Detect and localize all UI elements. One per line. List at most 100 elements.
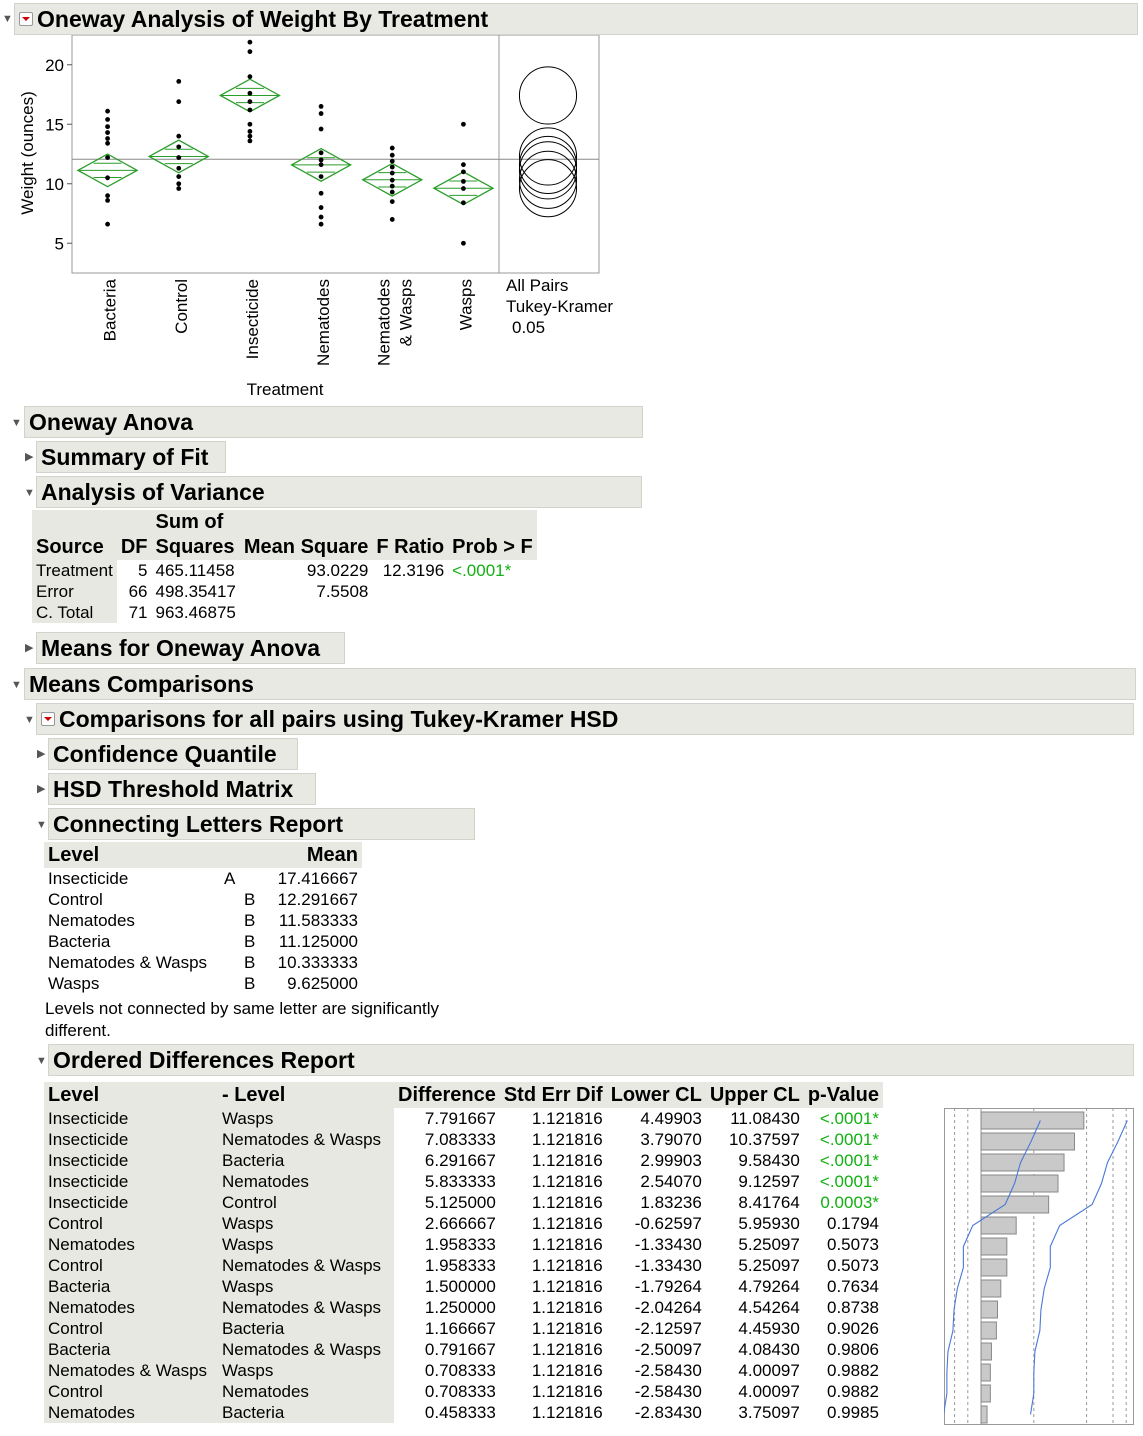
data-point xyxy=(247,99,253,105)
anova-f-cell xyxy=(372,602,448,623)
letters-row: Nematodes B 11.583333 xyxy=(44,910,362,931)
ordered-level-cell: Insecticide xyxy=(44,1171,218,1192)
ordered-upper-cell: 4.08430 xyxy=(738,1340,800,1359)
letters-level-cell: Nematodes & Wasps xyxy=(48,953,208,972)
data-point xyxy=(389,177,395,183)
red-triangle-menu-icon[interactable] xyxy=(19,11,33,26)
ordered-upper-cell: 3.75097 xyxy=(738,1403,800,1422)
collapse-triangle-icon[interactable]: ▼ xyxy=(24,487,35,499)
difference-bar xyxy=(980,1111,1085,1130)
circles-label-2: Tukey-Kramer xyxy=(506,297,613,316)
collapse-triangle-icon[interactable]: ▼ xyxy=(36,819,47,831)
expand-triangle-icon[interactable]: ▶ xyxy=(37,783,45,795)
anova-df-cell: 71 xyxy=(128,603,148,622)
ordered-row: Nematodes Bacteria 0.458333 1.121816 -2.8343… xyxy=(44,1402,883,1423)
data-point xyxy=(318,214,324,220)
y-axis-label: Weight (ounces) xyxy=(18,91,37,214)
col-upper-cl[interactable]: Upper CL xyxy=(705,1082,804,1108)
data-point xyxy=(176,155,182,160)
expand-triangle-icon[interactable]: ▶ xyxy=(37,748,45,760)
connecting-letters-table: Level Mean Insecticide A 17.416667 Control B… xyxy=(44,842,362,994)
x-tick-label: Insecticide xyxy=(243,279,262,359)
difference-bar xyxy=(980,1174,1059,1193)
col-level[interactable]: Level xyxy=(44,1082,218,1108)
analysis-of-variance-header[interactable]: Analysis of Variance xyxy=(36,476,642,508)
ordered-minus-cell: Bacteria xyxy=(218,1150,394,1171)
connecting-letters-header[interactable]: Connecting Letters Report xyxy=(48,808,475,840)
difference-bar xyxy=(980,1258,1008,1277)
col-minus-level[interactable]: - Level xyxy=(218,1082,394,1108)
col-source[interactable]: Source xyxy=(32,510,117,560)
ordered-diff-cell: 1.166667 xyxy=(424,1319,496,1338)
data-point xyxy=(318,205,324,210)
anova-p-cell xyxy=(448,602,537,623)
anova-df-cell: 5 xyxy=(138,561,148,580)
collapse-triangle-icon[interactable]: ▼ xyxy=(11,679,22,691)
data-point xyxy=(461,186,466,191)
col-mean[interactable]: Mean xyxy=(260,842,362,868)
ordered-p-cell: 0.9026 xyxy=(826,1319,879,1338)
data-point xyxy=(247,39,253,45)
ordered-upper-cell: 9.12597 xyxy=(738,1172,800,1191)
ordered-diff-cell: 7.791667 xyxy=(424,1109,496,1128)
col-prob-f[interactable]: Prob > F xyxy=(448,510,537,560)
collapse-triangle-icon[interactable]: ▼ xyxy=(2,13,13,25)
difference-bar xyxy=(980,1321,997,1340)
anova-p-cell xyxy=(448,581,537,602)
col-difference[interactable]: Difference xyxy=(394,1082,500,1108)
collapse-triangle-icon[interactable]: ▼ xyxy=(36,1055,47,1067)
means-comparisons-header[interactable]: Means Comparisons xyxy=(24,668,1136,700)
expand-triangle-icon[interactable]: ▶ xyxy=(25,642,33,654)
ordered-level-cell: Insecticide xyxy=(44,1192,218,1213)
ordered-lower-cell: 2.54070 xyxy=(640,1172,702,1191)
ordered-differences-header[interactable]: Ordered Differences Report xyxy=(48,1044,1134,1076)
difference-bar xyxy=(980,1195,1050,1214)
data-point xyxy=(461,240,466,246)
col-mean-square[interactable]: Mean Square xyxy=(239,510,373,560)
col-level[interactable]: Level xyxy=(44,842,220,868)
col-std-err[interactable]: Std Err Dif xyxy=(499,1082,607,1108)
ordered-level-cell: Control xyxy=(44,1213,218,1234)
confidence-quantile-header[interactable]: Confidence Quantile xyxy=(48,738,298,770)
letters-a-cell xyxy=(220,910,240,931)
data-point xyxy=(105,221,110,227)
col-p-value[interactable]: p-Value xyxy=(803,1082,883,1108)
ordered-upper-cell: 9.58430 xyxy=(738,1151,800,1170)
tukey-header[interactable]: Comparisons for all pairs using Tukey-Kr… xyxy=(36,703,1134,735)
oneway-anova-header[interactable]: Oneway Anova xyxy=(24,406,643,438)
ordered-level-cell: Nematodes & Wasps xyxy=(44,1360,218,1381)
col-letter-a[interactable] xyxy=(220,842,240,868)
data-point xyxy=(389,152,395,158)
collapse-triangle-icon[interactable]: ▼ xyxy=(24,714,35,726)
col-df[interactable]: DF xyxy=(116,510,152,560)
col-letter-b[interactable] xyxy=(240,842,260,868)
col-f-ratio[interactable]: F Ratio xyxy=(372,510,449,560)
letters-level-cell: Insecticide xyxy=(48,869,129,888)
col-lower-cl[interactable]: Lower CL xyxy=(606,1082,706,1108)
collapse-triangle-icon[interactable]: ▼ xyxy=(11,417,22,429)
ordered-se-cell: 1.121816 xyxy=(531,1109,603,1128)
hsd-matrix-header[interactable]: HSD Threshold Matrix xyxy=(48,773,316,805)
letters-mean-cell: 11.125000 xyxy=(278,932,358,951)
summary-of-fit-header[interactable]: Summary of Fit xyxy=(36,441,226,473)
col-sum-squares[interactable]: Sum of Squares xyxy=(151,510,240,560)
ordered-upper-cell: 4.00097 xyxy=(738,1382,800,1401)
ordered-se-cell: 1.121816 xyxy=(531,1340,603,1359)
ordered-row: Control Nematodes 0.708333 1.121816 -2.58430… xyxy=(44,1381,883,1402)
y-tick-label: 10 xyxy=(45,175,64,194)
expand-triangle-icon[interactable]: ▶ xyxy=(25,451,33,463)
anova-f-cell xyxy=(372,581,448,602)
anova-ss-cell: 963.46875 xyxy=(155,603,236,622)
anova-ms-cell: 7.5508 xyxy=(316,582,369,601)
ordered-p-cell: 0.1794 xyxy=(826,1214,879,1233)
red-triangle-menu-icon[interactable] xyxy=(41,711,55,726)
data-point xyxy=(176,133,182,139)
ordered-row: Insecticide Control 5.125000 1.121816 1.8323… xyxy=(44,1192,883,1213)
data-point xyxy=(105,136,110,141)
ordered-minus-cell: Bacteria xyxy=(218,1402,394,1423)
data-point xyxy=(389,183,395,189)
oneway-analysis-header[interactable]: Oneway Analysis of Weight By Treatment xyxy=(14,3,1138,35)
means-oneway-header[interactable]: Means for Oneway Anova xyxy=(36,632,345,664)
ordered-upper-cell: 4.54264 xyxy=(738,1298,800,1317)
letters-row: Insecticide A 17.416667 xyxy=(44,868,362,889)
